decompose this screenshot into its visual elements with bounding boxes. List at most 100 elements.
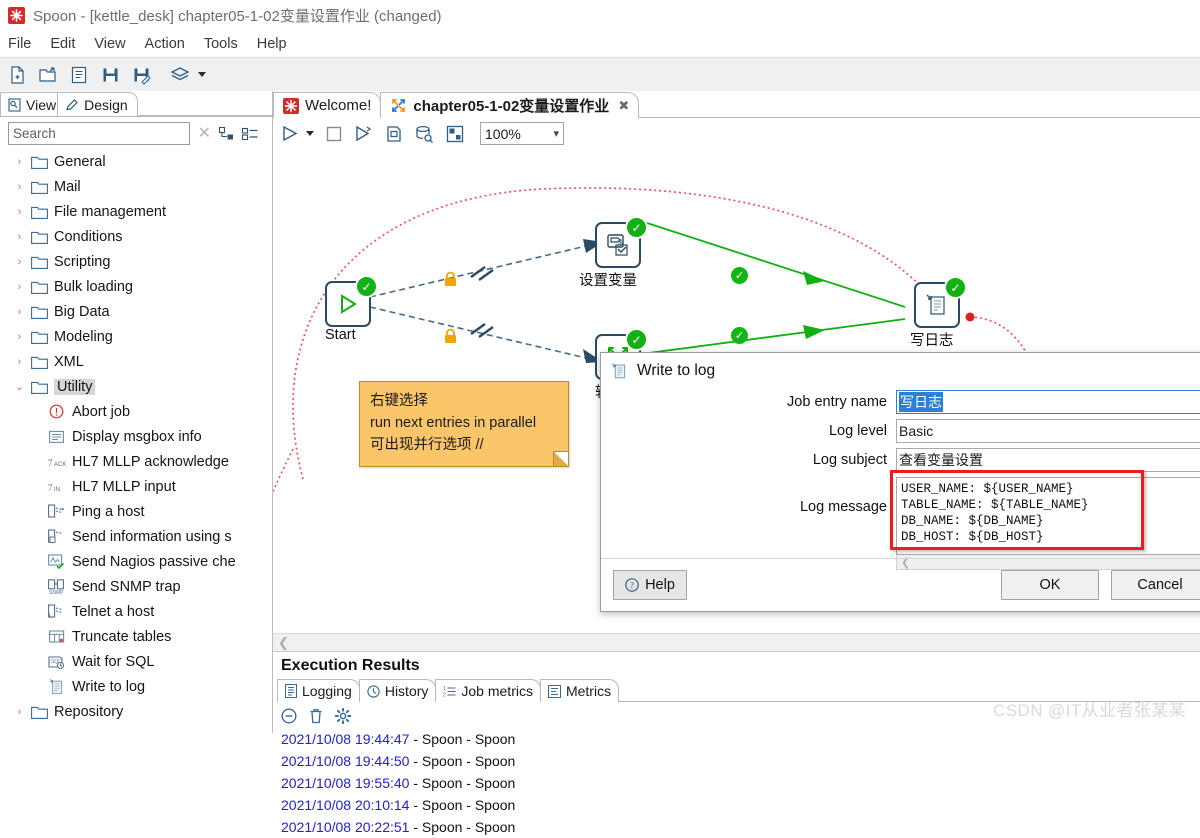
tree-item-hl7-mllp-input[interactable]: 7 IN HL7 MLLP input [0,474,272,499]
svg-text:7: 7 [48,483,53,493]
msgbox-icon [48,428,65,445]
tree-folder-repository[interactable]: › Repository [0,699,272,724]
tree-item-hl7-mllp-acknowledge[interactable]: 7 ACK HL7 MLLP acknowledge [0,449,272,474]
dialog-header: Write to log [601,353,1200,380]
help-button[interactable]: ? Help [613,570,687,600]
arrange-icon[interactable] [446,125,464,143]
chevron-right-icon[interactable]: › [14,706,25,718]
folder-icon [31,380,48,394]
tab-job-metrics[interactable]: 1 2 Job metrics [435,679,541,702]
new-file-icon[interactable] [6,64,28,86]
stop-icon[interactable] [326,126,342,142]
tree-folder-file-management[interactable]: › File management [0,199,272,224]
tree-item-truncate-tables[interactable]: Truncate tables [0,624,272,649]
main-toolbar [0,57,1200,92]
note-line-1: 右键选择 [370,393,428,409]
perspective-icon[interactable] [169,64,191,86]
tab-history[interactable]: History [358,679,437,702]
sql-icon[interactable] [415,125,434,143]
tree-item-wait-for-sql[interactable]: SQL Wait for SQL [0,649,272,674]
tree-folder-label: Utility [54,378,96,395]
tree-folder-conditions[interactable]: › Conditions [0,224,272,249]
menu-action[interactable]: Action [145,36,185,52]
snmp-icon: SNMP [48,578,65,596]
tab-logging[interactable]: Logging [277,679,360,702]
perspective-caret-icon[interactable] [198,72,206,77]
run-icon[interactable] [281,125,300,142]
close-icon[interactable]: ✖ [618,98,629,114]
tree-folder-utility[interactable]: ⌄ Utility [0,374,272,399]
tree-folder-general[interactable]: › General [0,149,272,174]
save-icon[interactable] [99,64,121,86]
cancel-button[interactable]: Cancel [1111,570,1200,600]
tree-folder-bulk-loading[interactable]: › Bulk loading [0,274,272,299]
expand-all-icon[interactable] [241,127,258,141]
open-file-icon[interactable] [37,64,59,86]
write-to-log-dialog[interactable]: Write to log Job entry name 写日志 Log leve… [600,352,1200,612]
tab-metrics[interactable]: Metrics [539,679,620,702]
collapse-all-icon[interactable] [218,126,234,141]
chevron-right-icon[interactable]: › [14,206,25,218]
log-output[interactable]: 2021/10/08 19:44:47 - Spoon - Spoon 2021/… [273,728,1200,838]
chevron-left-icon[interactable]: ❮ [278,635,289,651]
log-message-wrap: USER_NAME: ${USER_NAME} TABLE_NAME: ${TA… [890,470,1200,570]
preview-icon[interactable] [354,125,373,142]
input-log-subject[interactable]: 查看变量设置 [896,448,1200,472]
chevron-right-icon[interactable]: › [14,181,25,193]
log-settings-icon[interactable] [334,707,352,725]
tab-design[interactable]: Design [57,92,138,116]
tree-item-abort-job[interactable]: Abort job [0,399,272,424]
chevron-right-icon[interactable]: › [14,331,25,343]
tab-job[interactable]: chapter05-1-02变量设置作业 ✖ [380,92,640,118]
cancel-button-label: Cancel [1137,577,1183,593]
menu-edit[interactable]: Edit [50,36,75,52]
entries-tree[interactable]: › General › Mail › File management › Conditions… [0,149,272,733]
tree-item-telnet-a-host[interactable]: t Telnet a host [0,599,272,624]
save-as-icon[interactable] [130,64,152,86]
menu-help[interactable]: Help [257,36,287,52]
canvas-note[interactable]: 右键选择 run next entries in parallel 可出现并行选… [359,381,569,467]
tree-item-send-information-using-s[interactable]: Send information using s [0,524,272,549]
input-log-level[interactable]: Basic [896,419,1200,443]
debug-icon[interactable] [385,125,403,143]
tree-item-ping-a-host[interactable]: Ping a host [0,499,272,524]
tree-item-label: Abort job [72,403,131,420]
hop-check-transform: ✓ [731,327,748,344]
input-job-entry-name[interactable]: 写日志 [896,390,1200,414]
chevron-down-icon[interactable]: ⌄ [14,380,25,393]
clear-log-icon[interactable] [309,708,323,724]
tree-folder-big-data[interactable]: › Big Data [0,299,272,324]
chevron-right-icon[interactable]: › [14,231,25,243]
log-text: - Spoon - Spoon [409,797,516,813]
tree-item-send-snmp-trap[interactable]: SNMP Send SNMP trap [0,574,272,599]
run-options-caret-icon[interactable] [306,131,314,136]
tree-folder-modeling[interactable]: › Modeling [0,324,272,349]
canvas-hscrollbar[interactable]: ❮ [273,633,1200,653]
chevron-right-icon[interactable]: › [14,356,25,368]
explore-repository-icon[interactable] [68,64,90,86]
menu-tools[interactable]: Tools [204,36,238,52]
chevron-right-icon[interactable]: › [14,156,25,168]
tree-folder-mail[interactable]: › Mail [0,174,272,199]
menu-file[interactable]: File [8,36,31,52]
tree-item-send-nagios-passive-che[interactable]: Send Nagios passive che [0,549,272,574]
ok-button[interactable]: OK [1001,570,1099,600]
chevron-right-icon[interactable]: › [14,256,25,268]
tree-folder-xml[interactable]: › XML [0,349,272,374]
collapse-log-icon[interactable] [281,708,297,724]
chevron-down-icon: ▾ [553,128,559,140]
tree-folder-scripting[interactable]: › Scripting [0,249,272,274]
write-to-log-icon [48,678,65,695]
clear-x-icon[interactable]: ✕ [198,125,211,142]
zoom-select[interactable]: 100% ▾ [480,122,564,145]
textarea-log-message[interactable]: USER_NAME: ${USER_NAME} TABLE_NAME: ${TA… [896,477,1200,555]
tree-item-display-msgbox-info[interactable]: Display msgbox info [0,424,272,449]
menu-view[interactable]: View [94,36,125,52]
logging-icon [285,684,297,698]
hop-lock-icon-2 [443,328,458,345]
tree-item-write-to-log[interactable]: Write to log [0,674,272,699]
chevron-right-icon[interactable]: › [14,306,25,318]
chevron-right-icon[interactable]: › [14,281,25,293]
tab-welcome[interactable]: Welcome! [273,92,382,118]
search-input[interactable]: Search [8,122,190,145]
